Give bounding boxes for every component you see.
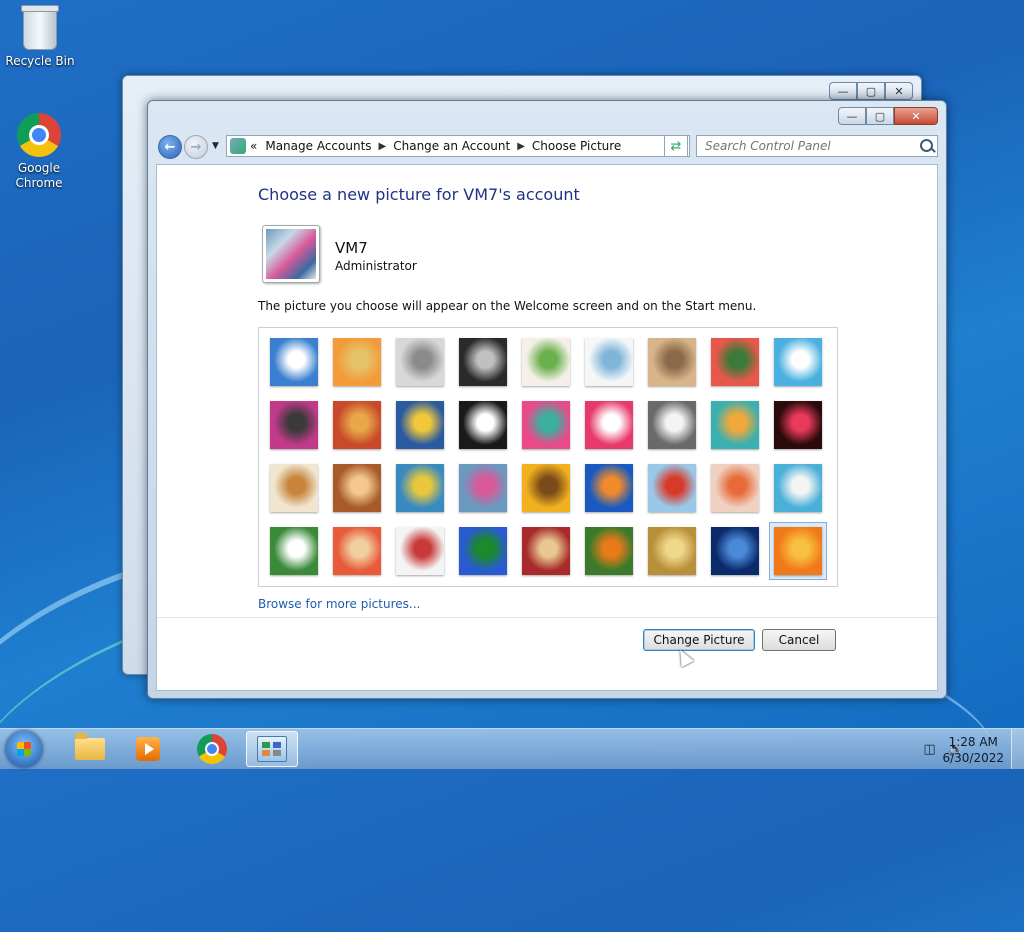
page-title: Choose a new picture for VM7's account <box>258 185 580 204</box>
navigation-bar: ← → ▼ « Manage Accounts ▶ Change an Acco… <box>156 133 938 161</box>
divider <box>157 617 937 618</box>
picture-option-sailboat[interactable] <box>774 464 822 512</box>
picture-option-hot-air-balloon[interactable] <box>648 464 696 512</box>
picture-option-jacks[interactable] <box>648 401 696 449</box>
picture-option-star-lantern[interactable] <box>585 401 633 449</box>
taskbar: ◫ 🔊 1:28 AM 6/30/2022 <box>0 728 1024 769</box>
control-panel-icon <box>230 138 246 154</box>
picture-option-doll[interactable] <box>711 464 759 512</box>
picture-option-pinwheel[interactable] <box>774 338 822 386</box>
chevron-right-icon[interactable]: ▶ <box>379 141 387 152</box>
folder-icon <box>75 733 105 760</box>
minimize-button[interactable]: — <box>838 107 866 125</box>
chrome-icon <box>17 113 61 157</box>
content-pane: Choose a new picture for VM7's account V… <box>156 164 938 691</box>
picture-option-starfish[interactable] <box>333 338 381 386</box>
taskbar-item-windows-media-player[interactable] <box>122 731 174 767</box>
chrome-icon <box>197 734 227 764</box>
arrow-left-icon: ← <box>164 139 176 155</box>
picture-option-tropical-fish[interactable] <box>585 464 633 512</box>
picture-option-flower[interactable] <box>711 338 759 386</box>
picture-option-lucky-cat[interactable] <box>522 338 570 386</box>
refresh-icon: ⇄ <box>670 138 682 154</box>
picture-option-origami-crane[interactable] <box>774 401 822 449</box>
picture-option-tin-robot[interactable] <box>396 464 444 512</box>
picture-grid <box>258 327 838 587</box>
choose-picture-window[interactable]: — ▢ ✕ ← → ▼ « Manage Accounts ▶ Change a… <box>147 100 947 699</box>
maximize-button[interactable]: ▢ <box>866 107 894 125</box>
picture-option-crayons[interactable] <box>522 401 570 449</box>
picture-option-robot-toy[interactable] <box>396 338 444 386</box>
clock[interactable]: 1:28 AM 6/30/2022 <box>942 734 1004 766</box>
picture-option-kitten[interactable] <box>648 338 696 386</box>
desktop-icon-label: Recycle Bin <box>5 54 75 68</box>
account-type: Administrator <box>335 259 417 273</box>
search-input[interactable] <box>696 135 938 157</box>
picture-option-soccer-ball[interactable] <box>270 527 318 575</box>
picture-option-orange-flower[interactable] <box>774 527 822 575</box>
media-player-icon <box>136 737 160 761</box>
show-desktop-button[interactable] <box>1011 729 1024 769</box>
refresh-button[interactable]: ⇄ <box>664 135 688 157</box>
picture-option-basket[interactable] <box>648 527 696 575</box>
desktop-icon-label: Google Chrome <box>15 161 63 190</box>
taskbar-item-windows-explorer[interactable] <box>64 731 116 767</box>
address-bar[interactable]: « Manage Accounts ▶ Change an Account ▶ … <box>226 135 690 157</box>
account-name: VM7 <box>335 239 368 257</box>
taskbar-item-control-panel[interactable] <box>246 731 298 767</box>
breadcrumb-choose-picture[interactable]: Choose Picture <box>532 139 621 153</box>
browse-more-pictures-link[interactable]: Browse for more pictures... <box>258 597 420 611</box>
window-controls: — ▢ ✕ <box>829 82 913 100</box>
close-button[interactable]: ✕ <box>894 107 938 125</box>
cancel-button[interactable]: Cancel <box>762 629 836 651</box>
picture-option-pomeranian[interactable] <box>333 464 381 512</box>
picture-option-butterfly[interactable] <box>585 527 633 575</box>
picture-option-guitar[interactable] <box>270 464 318 512</box>
search-icon[interactable] <box>920 139 933 152</box>
picture-option-stairs[interactable] <box>711 401 759 449</box>
recycle-bin-icon <box>21 5 59 50</box>
picture-option-gyroscope[interactable] <box>585 338 633 386</box>
change-picture-button[interactable]: Change Picture <box>643 629 755 651</box>
arrow-right-icon: → <box>190 139 202 155</box>
picture-option-roller-coaster[interactable] <box>270 338 318 386</box>
clock-time: 1:28 AM <box>948 735 998 749</box>
network-icon[interactable]: ◫ <box>923 742 935 757</box>
picture-option-sunflower[interactable] <box>522 464 570 512</box>
picture-description: The picture you choose will appear on th… <box>258 299 757 313</box>
desktop-icon-google-chrome[interactable]: Google Chrome <box>0 113 78 191</box>
breadcrumb-overflow[interactable]: « <box>250 139 257 153</box>
picture-option-dog[interactable] <box>459 401 507 449</box>
picture-option-window[interactable] <box>459 527 507 575</box>
forward-button[interactable]: → <box>184 135 208 159</box>
breadcrumb-change-an-account[interactable]: Change an Account <box>393 139 510 153</box>
picture-option-turntable[interactable] <box>459 338 507 386</box>
recent-pages-dropdown[interactable]: ▼ <box>212 141 219 151</box>
desktop-icon-recycle-bin[interactable]: Recycle Bin <box>0 5 80 69</box>
taskbar-item-google-chrome[interactable] <box>186 731 238 767</box>
start-button[interactable] <box>6 731 42 767</box>
chevron-right-icon[interactable]: ▶ <box>517 141 525 152</box>
minimize-button[interactable]: — <box>829 82 857 100</box>
back-button[interactable]: ← <box>158 135 182 159</box>
close-button[interactable]: ✕ <box>885 82 913 100</box>
picture-option-rug[interactable] <box>522 527 570 575</box>
maximize-button[interactable]: ▢ <box>857 82 885 100</box>
picture-option-lighthouse[interactable] <box>711 527 759 575</box>
picture-option-leaf[interactable] <box>396 401 444 449</box>
picture-option-textiles[interactable] <box>333 527 381 575</box>
picture-option-ball[interactable] <box>270 401 318 449</box>
clock-date: 6/30/2022 <box>942 751 1004 765</box>
account-picture <box>262 225 320 283</box>
picture-option-fabric[interactable] <box>333 401 381 449</box>
window-controls: — ▢ ✕ <box>838 107 938 125</box>
picture-option-scarf[interactable] <box>459 464 507 512</box>
picture-option-marbles[interactable] <box>396 527 444 575</box>
breadcrumb-manage-accounts[interactable]: Manage Accounts <box>265 139 371 153</box>
control-panel-icon <box>257 736 287 762</box>
